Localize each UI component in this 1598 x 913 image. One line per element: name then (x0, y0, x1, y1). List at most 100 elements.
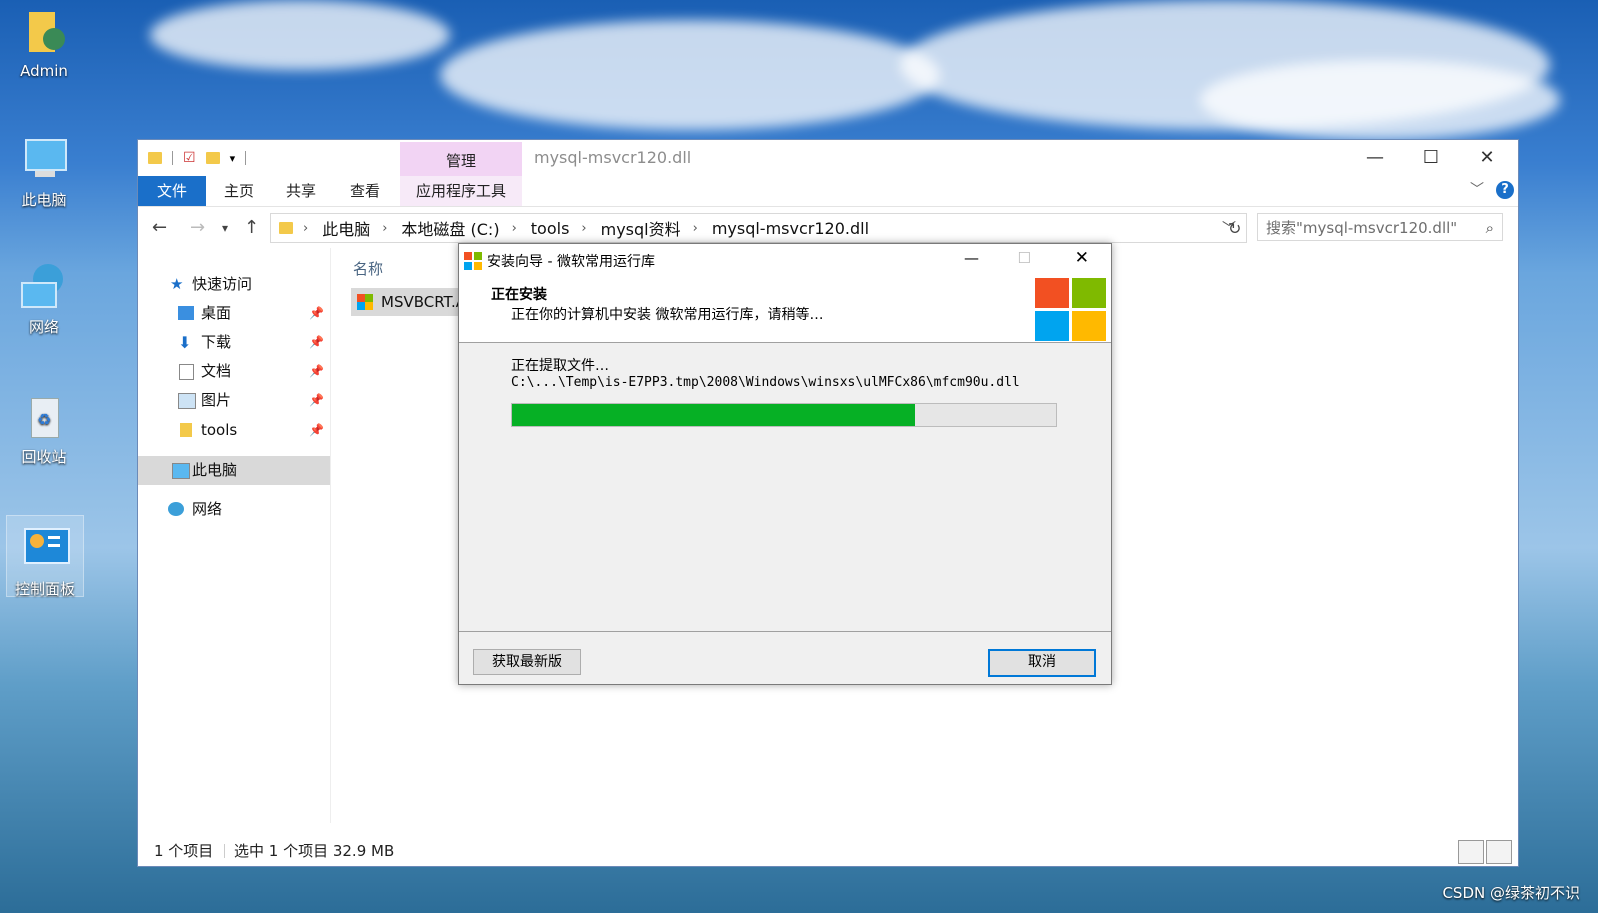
star-icon: ★ (170, 275, 184, 293)
expand-ribbon-icon[interactable]: ﹀ (1470, 179, 1484, 199)
windows-logo-icon (464, 252, 482, 270)
sidebar-item-label: 网络 (192, 500, 223, 518)
computer-icon (19, 135, 69, 185)
network-icon (168, 502, 184, 516)
maximize-button: ☐ (1017, 249, 1031, 267)
chevron-right-icon[interactable]: › (303, 221, 308, 236)
quick-access-toolbar: ☑ ▾ (148, 150, 247, 166)
sidebar-item-label: 桌面 (201, 304, 232, 322)
folder-icon (148, 152, 162, 164)
tab-application-tools[interactable]: 应用程序工具 (400, 176, 522, 206)
document-icon (179, 364, 194, 380)
sidebar-item-label: 图片 (201, 391, 232, 409)
picture-icon (178, 393, 196, 409)
tab-view[interactable]: 查看 (340, 176, 390, 206)
sidebar-item-this-pc[interactable]: 此电脑 (138, 456, 330, 485)
chevron-right-icon[interactable]: › (581, 221, 586, 236)
get-latest-button[interactable]: 获取最新版 (473, 649, 581, 675)
sidebar-item-label: 下载 (201, 333, 232, 351)
desktop-icon-label: 此电脑 (21, 191, 67, 209)
close-button[interactable]: ✕ (1464, 144, 1510, 172)
sidebar-item-label: tools (201, 421, 238, 439)
current-file-path: C:\...\Temp\is-E7PP3.tmp\2008\Windows\wi… (511, 375, 1020, 390)
refresh-icon[interactable]: ↻ (1228, 219, 1241, 238)
watermark: CSDN @绿茶初不识 (1442, 884, 1580, 902)
recent-locations-button[interactable]: ▾ (222, 221, 228, 235)
new-folder-icon[interactable] (205, 152, 220, 164)
desktop-icon-network[interactable]: 网络 (6, 262, 82, 337)
chevron-right-icon[interactable]: › (512, 221, 517, 236)
breadcrumb-local-disk[interactable]: 本地磁盘 (C:) (401, 216, 499, 240)
pin-icon[interactable]: 📌 (309, 299, 324, 328)
control-panel-icon (20, 524, 70, 574)
pin-icon[interactable]: 📌 (309, 386, 324, 415)
title-bar[interactable]: ☑ ▾ 管理 mysql-msvcr120.dll — ☐ ✕ (138, 140, 1518, 176)
dialog-title: 安装向导 - 微软常用运行库 (487, 254, 655, 270)
forward-button[interactable]: → (190, 217, 205, 238)
install-status: 正在提取文件… (511, 358, 609, 374)
search-input[interactable]: 搜索"mysql-msvcr120.dll" ⌕ (1257, 213, 1503, 241)
desktop-icon-this-pc[interactable]: 此电脑 (6, 135, 82, 210)
dialog-title-bar[interactable]: 安装向导 - 微软常用运行库 — ☐ ✕ (459, 244, 1111, 276)
minimize-button[interactable]: — (1352, 144, 1398, 172)
breadcrumb-current[interactable]: mysql-msvcr120.dll (712, 219, 869, 238)
pin-icon[interactable]: 📌 (309, 357, 324, 386)
minimize-button[interactable]: — (964, 249, 979, 267)
desktop-icon-control-panel[interactable]: 控制面板 (6, 515, 84, 598)
navigation-pane: ★ 快速访问 桌面 📌 ⬇ 下载 📌 文档 📌 图片 📌 tools 📌 此电脑… (138, 248, 331, 823)
help-icon[interactable]: ? (1496, 181, 1514, 199)
sidebar-item-label: 快速访问 (192, 275, 253, 293)
sidebar-item-documents[interactable]: 文档 📌 (138, 357, 330, 386)
selection-info: 选中 1 个项目 32.9 MB (234, 842, 395, 860)
tab-manage-group: 管理 (400, 142, 522, 176)
desktop-icon (178, 306, 194, 320)
cancel-button[interactable]: 取消 (988, 649, 1096, 677)
desktop-icon-label: Admin (20, 62, 68, 80)
tab-home[interactable]: 主页 (214, 176, 264, 206)
sidebar-item-quick-access[interactable]: ★ 快速访问 (138, 270, 330, 299)
sidebar-item-desktop[interactable]: 桌面 📌 (138, 299, 330, 328)
ribbon-tabs: 文件 主页 共享 查看 应用程序工具 ﹀ ? (138, 176, 1518, 207)
divider (224, 844, 225, 858)
chevron-right-icon[interactable]: › (693, 221, 698, 236)
desktop-icon-recycle-bin[interactable]: ♻ 回收站 (6, 392, 82, 467)
dialog-subheading: 正在你的计算机中安装 微软常用运行库，请稍等… (511, 307, 824, 323)
progress-fill (512, 404, 915, 426)
chevron-right-icon[interactable]: › (382, 221, 387, 236)
details-view-button[interactable] (1458, 840, 1484, 864)
large-icons-view-button[interactable] (1486, 840, 1512, 864)
sidebar-item-network[interactable]: 网络 (138, 495, 330, 524)
properties-icon[interactable]: ☑ (183, 150, 196, 166)
dialog-body: 正在提取文件… C:\...\Temp\is-E7PP3.tmp\2008\Wi… (459, 343, 1111, 632)
installer-dialog[interactable]: 安装向导 - 微软常用运行库 — ☐ ✕ 正在安装 正在你的计算机中安装 微软常… (458, 243, 1112, 685)
customize-toolbar-icon[interactable]: ▾ (230, 152, 236, 165)
desktop-icon-admin[interactable]: Admin (6, 8, 82, 80)
breadcrumb-tools[interactable]: tools (531, 219, 570, 238)
tab-share[interactable]: 共享 (276, 176, 326, 206)
sidebar-item-label: 此电脑 (192, 461, 238, 479)
item-count: 1 个项目 (154, 842, 214, 860)
pin-icon[interactable]: 📌 (309, 328, 324, 357)
window-title: mysql-msvcr120.dll (534, 148, 692, 167)
pin-icon[interactable]: 📌 (309, 416, 324, 445)
breadcrumb-this-pc[interactable]: 此电脑 (322, 216, 370, 240)
column-header-name[interactable]: 名称 (353, 258, 383, 279)
search-icon[interactable]: ⌕ (1486, 214, 1494, 242)
dialog-heading: 正在安装 (491, 287, 547, 303)
sidebar-item-downloads[interactable]: ⬇ 下载 📌 (138, 328, 330, 357)
divider (172, 151, 173, 165)
file-name: MSVBCRT.A (381, 293, 466, 311)
address-bar[interactable]: › 此电脑 › 本地磁盘 (C:) › tools › mysql资料 › my… (270, 213, 1247, 243)
network-icon (19, 262, 69, 312)
folder-icon (180, 423, 192, 437)
tab-file[interactable]: 文件 (138, 176, 206, 206)
sidebar-item-label: 文档 (201, 362, 232, 380)
up-button[interactable]: ↑ (244, 217, 259, 238)
status-bar: 1 个项目 选中 1 个项目 32.9 MB (138, 836, 1518, 866)
breadcrumb-mysql-folder[interactable]: mysql资料 (601, 216, 681, 240)
close-button[interactable]: ✕ (1075, 248, 1089, 268)
sidebar-item-pictures[interactable]: 图片 📌 (138, 386, 330, 415)
maximize-button[interactable]: ☐ (1408, 144, 1454, 172)
sidebar-item-tools[interactable]: tools 📌 (138, 416, 330, 445)
back-button[interactable]: ← (152, 217, 167, 238)
